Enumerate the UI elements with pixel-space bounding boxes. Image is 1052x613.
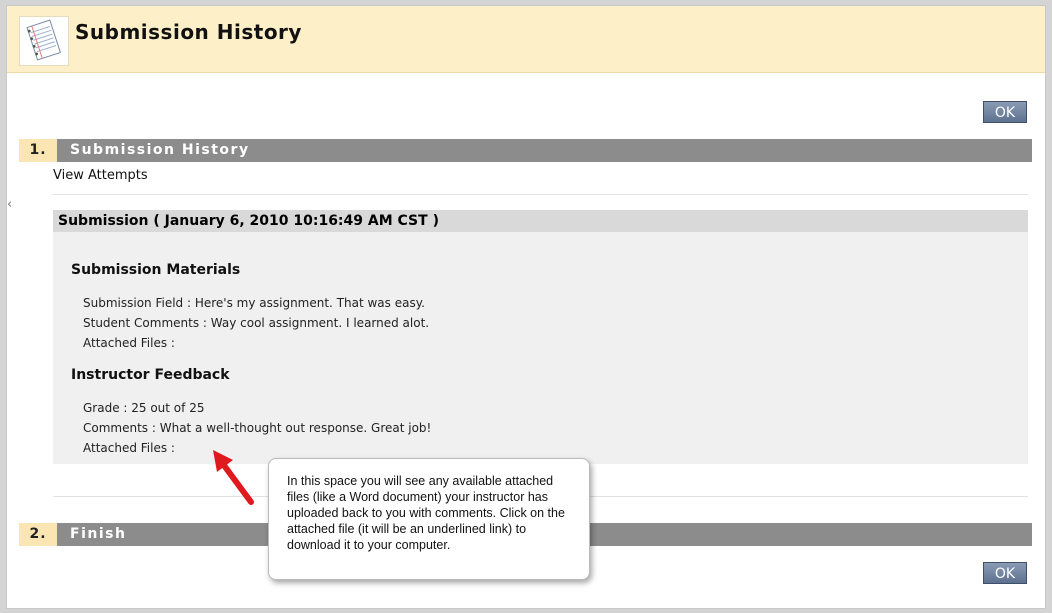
submission-materials-title: Submission Materials — [71, 262, 241, 278]
step-number: 1. — [19, 139, 57, 162]
divider — [53, 194, 1028, 195]
submission-panel: Submission ( January 6, 2010 10:16:49 AM… — [53, 210, 1028, 464]
ok-button-bottom[interactable]: OK — [983, 562, 1027, 584]
step-label: Finish — [70, 526, 127, 542]
submission-history-window: ‹ Submission History OK 1. Submission Hi… — [6, 5, 1046, 609]
submission-heading: Submission ( January 6, 2010 10:16:49 AM… — [53, 210, 1028, 232]
view-attempts-label: View Attempts — [53, 168, 148, 183]
callout-tooltip: In this space you will see any available… — [268, 458, 590, 580]
attached-files-line: Attached Files : — [83, 336, 175, 350]
instructor-feedback-title: Instructor Feedback — [71, 367, 230, 383]
instructor-comments-line: Comments : What a well-thought out respo… — [83, 421, 432, 435]
step-number: 2. — [19, 523, 57, 546]
ok-button-top[interactable]: OK — [983, 101, 1027, 123]
grade-line: Grade : 25 out of 25 — [83, 401, 205, 415]
step-bar-submission-history: 1. Submission History — [19, 139, 1032, 162]
submission-field-line: Submission Field : Here's my assignment.… — [83, 296, 425, 310]
feedback-attached-files-line: Attached Files : — [83, 441, 175, 455]
page-title: Submission History — [75, 20, 302, 44]
student-comments-line: Student Comments : Way cool assignment. … — [83, 316, 430, 330]
collapse-arrow-icon[interactable]: ‹ — [7, 194, 13, 216]
step-label: Submission History — [70, 142, 250, 158]
notebook-paper-icon — [19, 16, 69, 66]
page-header: Submission History — [7, 6, 1045, 73]
red-arrow-icon — [213, 450, 254, 505]
